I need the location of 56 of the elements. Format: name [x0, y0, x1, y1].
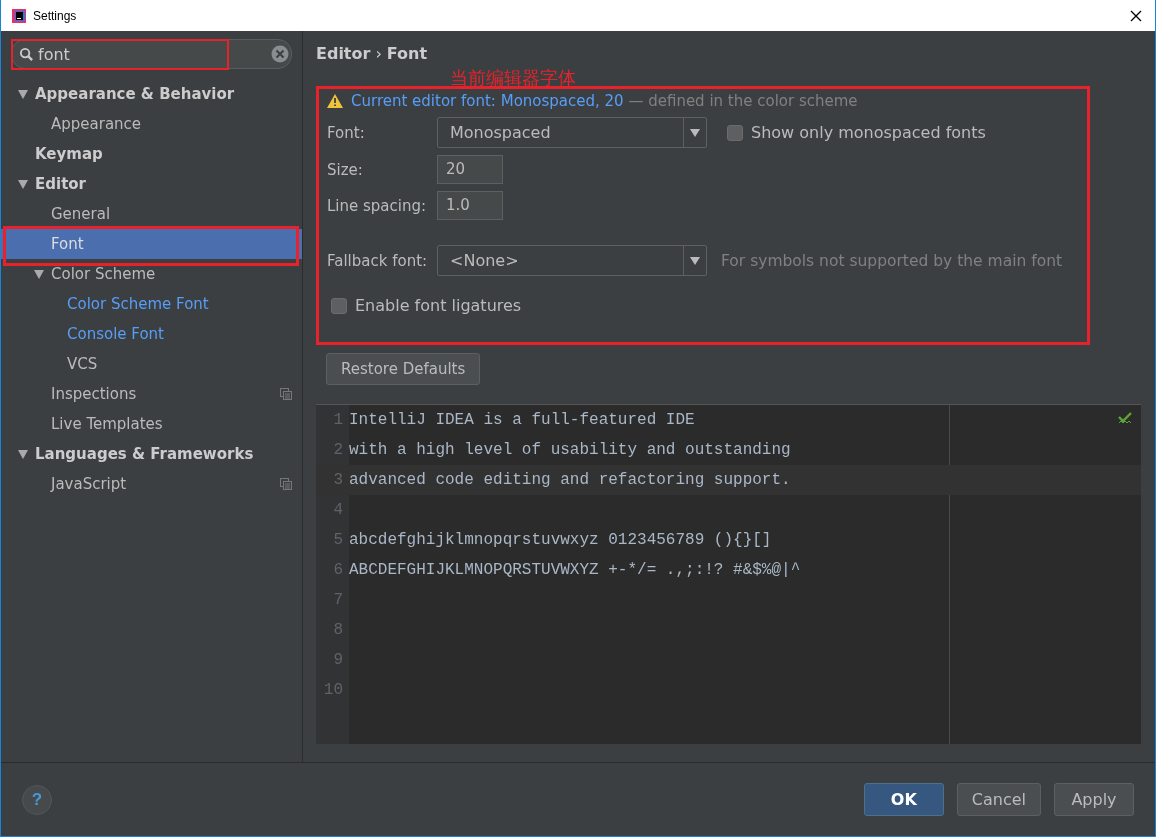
dropdown-arrow-icon — [690, 256, 700, 265]
code-line: ABCDEFGHIJKLMNOPQRSTUVWXYZ +-*/= .,;:!? #&$%@|^ — [349, 561, 801, 579]
tree-item[interactable]: General — [1, 199, 302, 229]
annotation-text: 当前编辑器字体 — [450, 67, 577, 89]
tree-item[interactable]: Inspections — [1, 379, 302, 409]
breadcrumb-item: Font — [386, 44, 428, 63]
breadcrumb-separator: › — [375, 44, 382, 63]
tree-item[interactable]: Font — [1, 229, 302, 259]
tree-item[interactable]: Live Templates — [1, 409, 302, 439]
help-button[interactable]: ? — [22, 784, 52, 815]
search-field[interactable]: font — [11, 39, 292, 69]
code-line: IntelliJ IDEA is a full-featured IDE — [349, 411, 695, 429]
breadcrumb-item: Editor — [316, 44, 371, 63]
close-icon[interactable] — [1130, 9, 1142, 22]
expand-arrow-icon[interactable] — [17, 448, 29, 460]
tree-item[interactable]: Appearance & Behavior — [1, 79, 302, 109]
warning-icon — [327, 94, 343, 108]
tree-item[interactable]: Languages & Frameworks — [1, 439, 302, 469]
hint-text: For symbols not supported by the main font — [721, 251, 1063, 270]
field-label: Fallback font: — [327, 251, 429, 270]
field-label: Size: — [327, 160, 364, 179]
search-icon — [19, 46, 34, 62]
tree-item[interactable]: Color Scheme Font — [1, 289, 302, 319]
dropdown-arrow-icon — [690, 128, 700, 137]
tree-item[interactable]: Color Scheme — [1, 259, 302, 289]
code-line: abcdefghijklmnopqrstuvwxyz 0123456789 (){}[] — [349, 531, 772, 549]
tree-item[interactable]: Editor — [1, 169, 302, 199]
app-logo-icon — [11, 7, 27, 24]
checkbox-label: Enable font ligatures — [355, 296, 522, 315]
window-title: Settings — [33, 8, 78, 23]
checkbox[interactable] — [727, 124, 743, 141]
tree-item[interactable]: JavaScript — [1, 469, 302, 499]
line-spacing-field[interactable]: 1.0 — [437, 191, 503, 220]
tree-item[interactable]: VCS — [1, 349, 302, 379]
size-field[interactable]: 20 — [437, 155, 503, 184]
field-label: Line spacing: — [327, 196, 428, 215]
checkbox-label: Show only monospaced fonts — [751, 123, 986, 142]
tree-item[interactable]: Appearance — [1, 109, 302, 139]
tree-item[interactable]: Console Font — [1, 319, 302, 349]
restore-defaults-button[interactable]: Restore Defaults — [326, 353, 481, 385]
tree-item[interactable]: Keymap — [1, 139, 302, 169]
expand-arrow-icon[interactable] — [17, 178, 29, 190]
dialog-button[interactable]: OK — [863, 783, 944, 816]
code-line: advanced code editing and refactoring support. — [349, 471, 791, 489]
expand-arrow-icon[interactable] — [33, 268, 45, 280]
expand-arrow-icon[interactable] — [17, 88, 29, 100]
dialog-button[interactable]: Cancel — [956, 783, 1041, 816]
fallback-font-dropdown[interactable]: <None> — [437, 245, 707, 276]
dialog-button[interactable]: Apply — [1054, 783, 1134, 816]
checkbox[interactable] — [331, 297, 347, 314]
checkmark-icon — [1118, 411, 1132, 425]
code-line: with a high level of usability and outstanding — [349, 441, 791, 459]
notice-text: Current editor font: Monospaced, 20 — defined in the color scheme — [351, 92, 858, 110]
field-label: Font: — [327, 123, 366, 142]
clear-icon[interactable] — [271, 45, 289, 63]
font-dropdown[interactable]: Monospaced — [437, 117, 707, 148]
